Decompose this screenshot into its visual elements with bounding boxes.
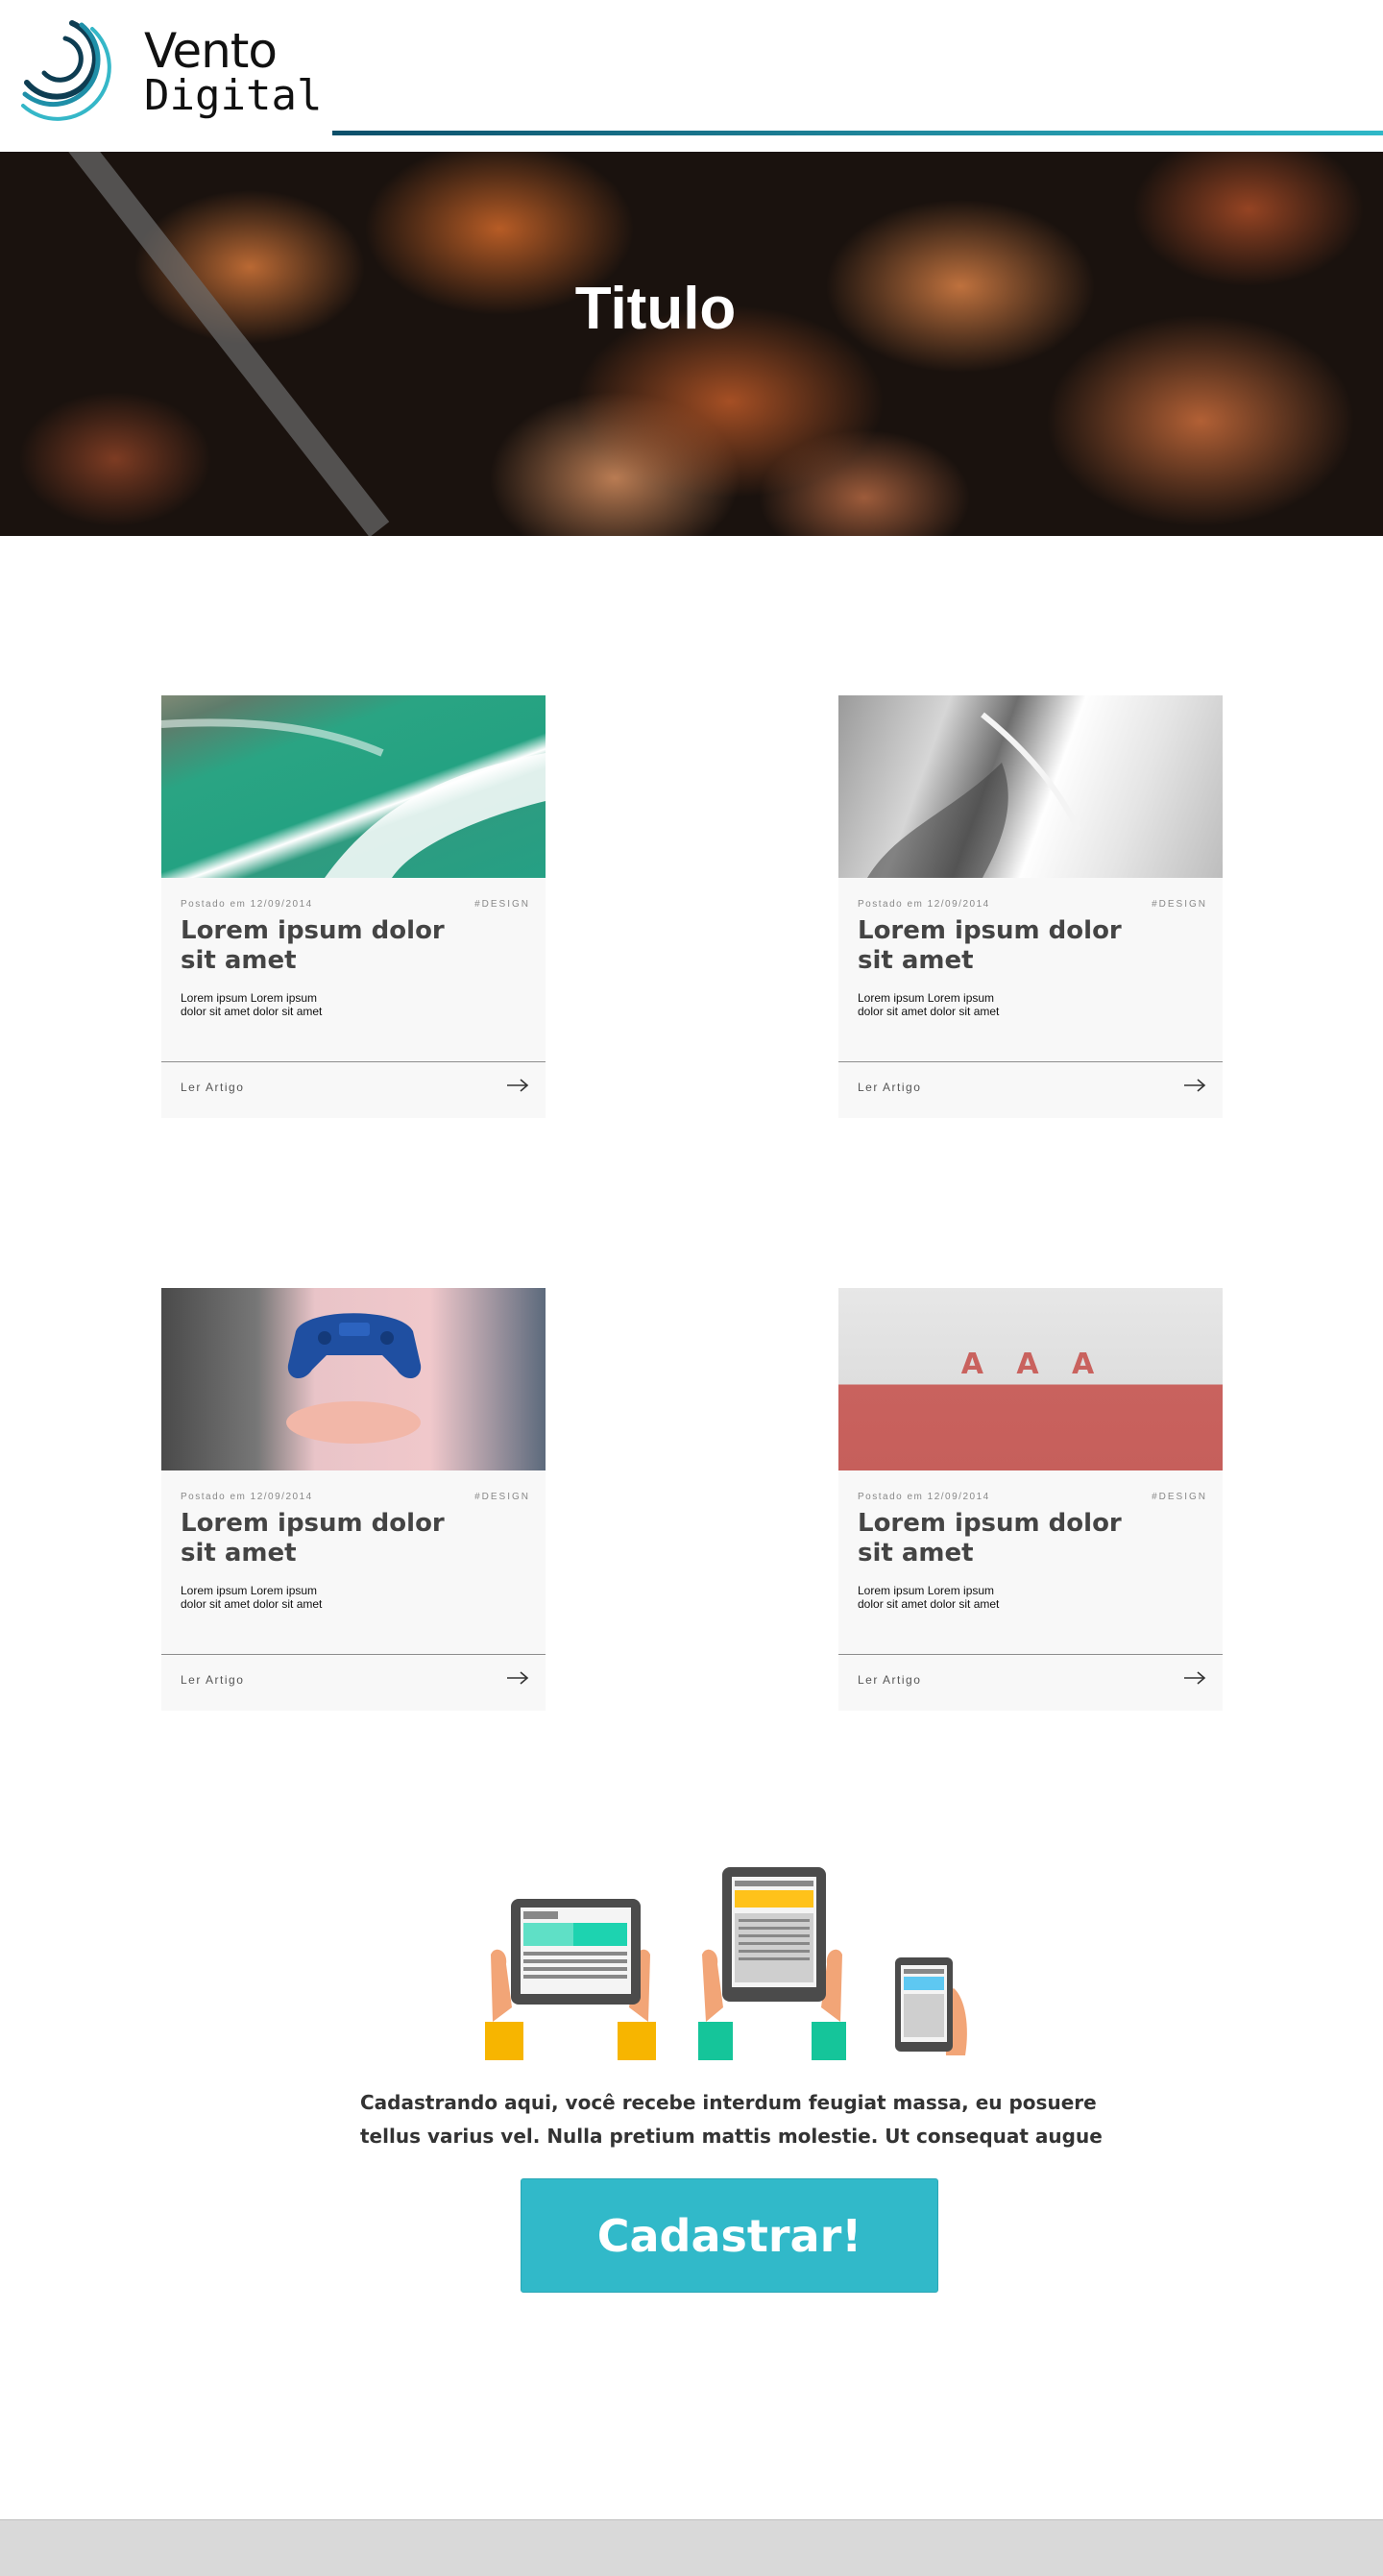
post-date: Postado em 12/09/2014 <box>858 1492 990 1502</box>
read-article-link[interactable]: Ler Artigo <box>858 1673 921 1687</box>
site-header: Vento Digital <box>0 0 1383 152</box>
card-divider <box>161 1061 546 1062</box>
post-title[interactable]: Lorem ipsum dolor sit amet <box>858 916 1146 976</box>
arrow-right-icon[interactable] <box>1182 1668 1207 1688</box>
devices-illustration <box>485 1867 967 2060</box>
tablet-portrait-icon <box>698 1867 846 2060</box>
post-title[interactable]: Lorem ipsum dolor sit amet <box>181 916 469 976</box>
logo[interactable]: Vento Digital <box>19 15 322 121</box>
post-image-wall[interactable]: A A A <box>838 1288 1223 1470</box>
vento-logo-icon <box>21 20 111 121</box>
post-card[interactable]: Postado em 12/09/2014 #DESIGN Lorem ipsu… <box>161 695 546 1118</box>
card-divider <box>161 1654 546 1655</box>
smartphone-icon <box>895 1957 967 2055</box>
post-excerpt: Lorem ipsum Lorem ipsum dolor sit amet d… <box>181 1584 323 1611</box>
tablet-landscape-icon <box>485 1899 656 2060</box>
post-date: Postado em 12/09/2014 <box>181 1492 313 1502</box>
post-tag[interactable]: #DESIGN <box>1152 899 1207 910</box>
header-divider <box>332 131 1383 135</box>
card-divider <box>838 1061 1223 1062</box>
wall-letters: A A A <box>960 1348 1101 1381</box>
read-article-link[interactable]: Ler Artigo <box>858 1081 921 1094</box>
post-title[interactable]: Lorem ipsum dolor sit amet <box>181 1509 469 1568</box>
post-tag[interactable]: #DESIGN <box>474 1492 530 1502</box>
post-date: Postado em 12/09/2014 <box>181 899 313 910</box>
post-tag[interactable]: #DESIGN <box>474 899 530 910</box>
post-title[interactable]: Lorem ipsum dolor sit amet <box>858 1509 1146 1568</box>
arrow-right-icon[interactable] <box>505 1668 530 1688</box>
post-image-controller[interactable] <box>161 1288 546 1470</box>
post-excerpt: Lorem ipsum Lorem ipsum dolor sit amet d… <box>858 1584 1000 1611</box>
hero-road-graphic <box>38 152 390 536</box>
read-article-link[interactable]: Ler Artigo <box>181 1081 244 1094</box>
post-tag[interactable]: #DESIGN <box>1152 1492 1207 1502</box>
logo-word-digital: Digital <box>144 71 323 120</box>
promo-description: Cadastrando aqui, você recebe interdum f… <box>360 2091 1103 2148</box>
post-date: Postado em 12/09/2014 <box>858 899 990 910</box>
post-image-sea[interactable] <box>161 695 546 878</box>
read-article-link[interactable]: Ler Artigo <box>181 1673 244 1687</box>
hero-banner: Titulo <box>0 152 1383 536</box>
post-excerpt: Lorem ipsum Lorem ipsum dolor sit amet d… <box>181 991 323 1018</box>
post-card[interactable]: A A A Postado em 12/09/2014 #DESIGN Lore… <box>838 1288 1223 1711</box>
signup-button[interactable]: Cadastrar! <box>521 2178 938 2293</box>
hero-title: Titulo <box>574 276 737 342</box>
post-card[interactable]: Postado em 12/09/2014 #DESIGN Lorem ipsu… <box>838 695 1223 1118</box>
hand-shape <box>286 1401 421 1444</box>
post-image-sand[interactable] <box>838 695 1223 878</box>
card-divider <box>838 1654 1223 1655</box>
arrow-right-icon[interactable] <box>1182 1076 1207 1095</box>
post-card[interactable]: Postado em 12/09/2014 #DESIGN Lorem ipsu… <box>161 1288 546 1711</box>
arrow-right-icon[interactable] <box>505 1076 530 1095</box>
post-excerpt: Lorem ipsum Lorem ipsum dolor sit amet d… <box>858 991 1000 1018</box>
site-footer <box>0 2519 1383 2576</box>
